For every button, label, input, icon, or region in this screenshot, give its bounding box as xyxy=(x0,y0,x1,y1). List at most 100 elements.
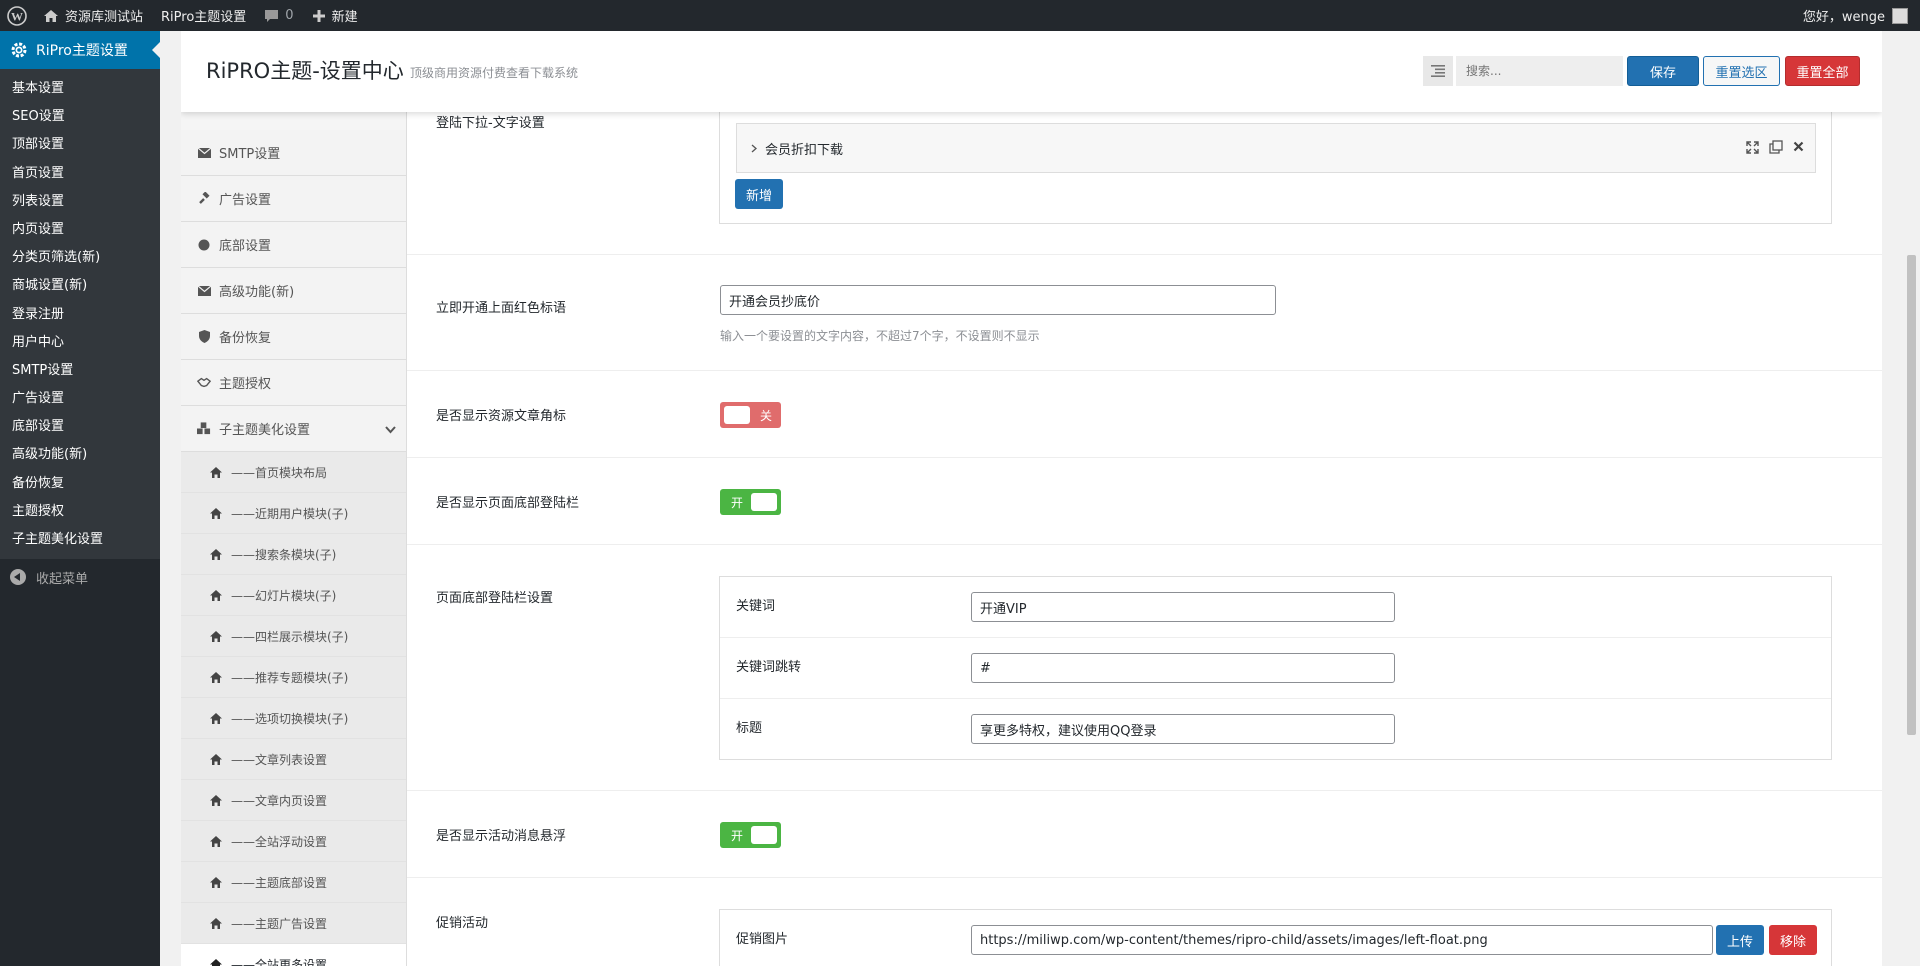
activity-float-toggle[interactable]: 开 xyxy=(720,822,781,848)
nav-subitem-article-inner[interactable]: ——文章内页设置 xyxy=(181,780,406,821)
nav-sublabel: ——文章列表设置 xyxy=(231,752,328,767)
submenu: 基本设置 SEO设置 顶部设置 首页设置 列表设置 内页设置 分类页筛选(新) … xyxy=(0,69,160,560)
submenu-item-seo[interactable]: SEO设置 xyxy=(0,103,160,131)
nav-sublabel: ——搜索条模块(子) xyxy=(231,547,337,562)
submenu-item-inner[interactable]: 内页设置 xyxy=(0,216,160,244)
fieldset-row: 关键词 开通VIP xyxy=(720,577,1831,638)
site-name-link[interactable]: 资源库测试站 xyxy=(34,0,152,31)
field-label: 是否显示页面底部登陆栏 xyxy=(436,496,580,511)
keyword-link-input[interactable]: # xyxy=(971,653,1395,683)
field-footer-login: 是否显示页面底部登陆栏 开 xyxy=(407,458,1882,545)
remove-icon[interactable] xyxy=(1793,141,1804,152)
page-title: RiPRO主题-设置中心 xyxy=(206,59,404,83)
plus-icon xyxy=(312,9,326,23)
submenu-item-shop[interactable]: 商城设置(新) xyxy=(0,272,160,300)
corner-badge-toggle[interactable]: 关 xyxy=(720,402,781,428)
nav-subitem-float[interactable]: ——全站浮动设置 xyxy=(181,821,406,862)
save-button[interactable]: 保存 xyxy=(1627,56,1699,86)
page-scrollbar[interactable] xyxy=(1903,31,1920,966)
nav-item-smtp[interactable]: SMTP设置 xyxy=(181,130,406,176)
nav-label: 高级功能(新) xyxy=(219,285,295,300)
menu-ripro-settings[interactable]: RiPro主题设置 xyxy=(0,31,160,69)
home-icon xyxy=(210,589,222,601)
field-label: 是否显示活动消息悬浮 xyxy=(436,829,567,844)
my-account-link[interactable]: 您好，wenge xyxy=(1794,0,1920,31)
nav-item-child-theme[interactable]: 子主题美化设置 xyxy=(181,406,406,452)
nav-subitem-four-column[interactable]: ——四栏展示模块(子) xyxy=(181,616,406,657)
field-label: 立即开通上面红色标语 xyxy=(436,301,567,316)
reset-section-button[interactable]: 重置选区 xyxy=(1703,56,1780,86)
scrollbar-thumb[interactable] xyxy=(1907,255,1916,735)
comments-link[interactable]: 0 xyxy=(255,0,302,31)
expand-all-icon[interactable] xyxy=(1423,56,1453,86)
home-icon xyxy=(210,671,222,683)
nav-item-footer[interactable]: 底部设置 xyxy=(181,222,406,268)
nav-subitem-tab-switch[interactable]: ——选项切换模块(子) xyxy=(181,698,406,739)
submenu-item-smtp[interactable]: SMTP设置 xyxy=(0,357,160,385)
remove-button[interactable]: 移除 xyxy=(1769,925,1817,955)
admin-menu: RiPro主题设置 基本设置 SEO设置 顶部设置 首页设置 列表设置 内页设置… xyxy=(0,31,160,966)
nav-item-license[interactable]: 主题授权 xyxy=(181,360,406,406)
group-item[interactable]: 会员折扣下载 xyxy=(736,123,1816,173)
nav-subitem-recent-users[interactable]: ——近期用户模块(子) xyxy=(181,493,406,534)
submenu-item-home[interactable]: 首页设置 xyxy=(0,160,160,188)
submenu-item-basic[interactable]: 基本设置 xyxy=(0,75,160,103)
search-input[interactable] xyxy=(1456,56,1623,86)
toggle-knob xyxy=(751,826,777,844)
nav-item-ads[interactable]: 广告设置 xyxy=(181,176,406,222)
submenu-item-ads[interactable]: 广告设置 xyxy=(0,385,160,413)
collapse-icon xyxy=(10,569,26,586)
promotion-image-url-input[interactable]: https://miliwp.com/wp-content/themes/rip… xyxy=(971,925,1713,955)
submenu-item-child-theme[interactable]: 子主题美化设置 xyxy=(0,526,160,554)
home-icon xyxy=(210,835,222,847)
panel-header: RiPRO主题-设置中心 顶级商用资源付费查看下载系统 保存 重置选区 重置全部 xyxy=(181,31,1882,112)
nav-subitem-theme-footer[interactable]: ——主题底部设置 xyxy=(181,862,406,903)
collapse-menu-button[interactable]: 收起菜单 xyxy=(0,560,160,594)
nav-subitem-theme-ads[interactable]: ——主题广告设置 xyxy=(181,903,406,944)
nav-label: 广告设置 xyxy=(219,193,272,208)
submenu-item-license[interactable]: 主题授权 xyxy=(0,498,160,526)
expand-icon[interactable] xyxy=(1746,141,1759,154)
clone-icon[interactable] xyxy=(1769,140,1783,154)
fieldset-label: 关键词跳转 xyxy=(736,660,802,675)
submenu-item-login[interactable]: 登录注册 xyxy=(0,301,160,329)
home-icon xyxy=(210,794,222,806)
submenu-item-footer[interactable]: 底部设置 xyxy=(0,413,160,441)
new-label: 新建 xyxy=(331,10,358,25)
nav-item-advanced[interactable]: 高级功能(新) xyxy=(181,268,406,314)
submenu-item-category-filter[interactable]: 分类页筛选(新) xyxy=(0,244,160,272)
nav-subitem-slideshow[interactable]: ——幻灯片模块(子) xyxy=(181,575,406,616)
home-icon xyxy=(210,466,222,478)
submenu-item-backup[interactable]: 备份恢复 xyxy=(0,470,160,498)
home-icon xyxy=(210,917,222,929)
nav-label: 底部设置 xyxy=(219,239,272,254)
submenu-item-advanced[interactable]: 高级功能(新) xyxy=(0,441,160,469)
admin-bar: W 资源库测试站 RiPro主题设置 0 新建 您好，wenge xyxy=(0,0,1920,31)
nav-subitem-article-list[interactable]: ——文章列表设置 xyxy=(181,739,406,780)
nav-subitem-recommended-topics[interactable]: ——推荐专题模块(子) xyxy=(181,657,406,698)
title-input[interactable]: 享更多特权，建议使用QQ登录 xyxy=(971,714,1395,744)
submenu-item-top[interactable]: 顶部设置 xyxy=(0,131,160,159)
nav-subitem-home-layout[interactable]: ——首页模块布局 xyxy=(181,452,406,493)
submenu-item-user-center[interactable]: 用户中心 xyxy=(0,329,160,357)
nav-label: 子主题美化设置 xyxy=(219,423,311,438)
nav-sublabel: ——首页模块布局 xyxy=(231,465,328,480)
field-label: 促销活动 xyxy=(436,916,489,931)
theme-settings-link[interactable]: RiPro主题设置 xyxy=(152,0,255,31)
nav-label: SMTP设置 xyxy=(219,147,281,162)
nav-subitem-search-bar[interactable]: ——搜索条模块(子) xyxy=(181,534,406,575)
footer-login-toggle[interactable]: 开 xyxy=(720,489,781,515)
nav-subitem-more-settings[interactable]: ——全站更多设置 xyxy=(181,944,406,966)
new-content-link[interactable]: 新建 xyxy=(303,0,367,31)
upload-button[interactable]: 上传 xyxy=(1716,925,1764,955)
home-icon xyxy=(210,507,222,519)
wordpress-logo-icon[interactable]: W xyxy=(0,0,34,31)
reset-all-button[interactable]: 重置全部 xyxy=(1785,56,1860,86)
nav-item-backup[interactable]: 备份恢复 xyxy=(181,314,406,360)
nav-label: 备份恢复 xyxy=(219,331,272,346)
submenu-item-list[interactable]: 列表设置 xyxy=(0,188,160,216)
red-slogan-input[interactable]: 开通会员抄底价 xyxy=(720,285,1276,315)
add-group-button[interactable]: 新增 xyxy=(735,179,783,209)
group-item-title: 会员折扣下载 xyxy=(765,142,844,158)
keyword-input[interactable]: 开通VIP xyxy=(971,592,1395,622)
